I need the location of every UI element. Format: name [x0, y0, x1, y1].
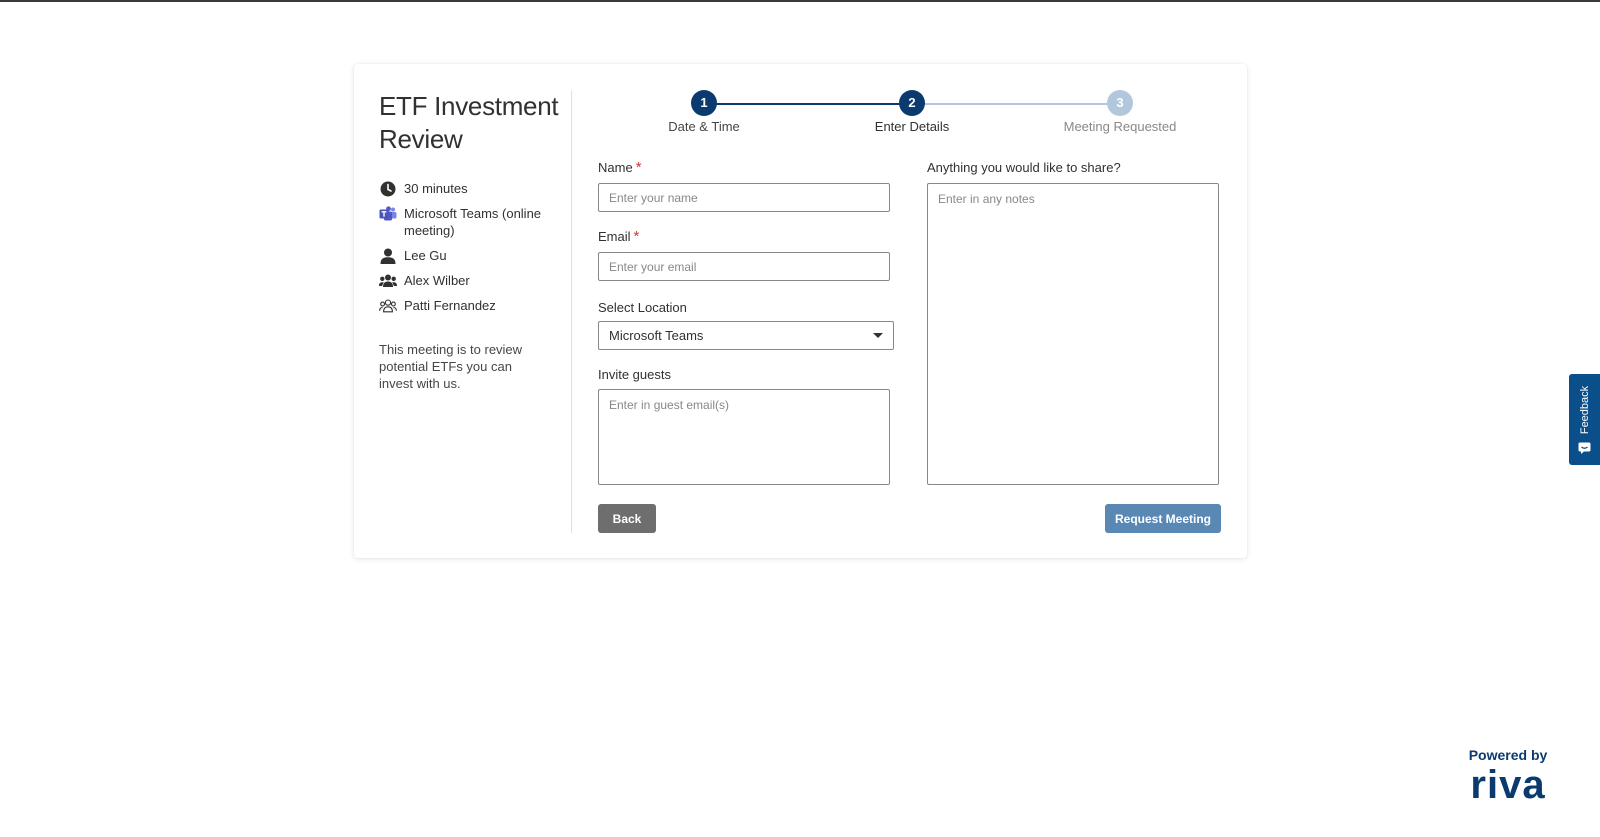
location-label: Select Location	[598, 300, 687, 315]
meeting-info-panel: ETF Investment Review 30 minutes Microso…	[379, 90, 569, 392]
step-meeting-requested: 3 Meeting Requested	[1050, 90, 1190, 135]
name-required-mark: *	[635, 159, 642, 176]
location-select[interactable]: Microsoft Teams	[598, 321, 894, 350]
guests-textarea[interactable]	[598, 389, 890, 485]
feedback-tab[interactable]: Feedback	[1569, 374, 1600, 465]
booking-card: ETF Investment Review 30 minutes Microso…	[354, 64, 1247, 558]
feedback-icon	[1578, 441, 1591, 459]
top-border	[0, 0, 1600, 2]
clock-icon	[379, 180, 397, 197]
name-input[interactable]	[598, 183, 890, 212]
step-1-label: Date & Time	[668, 119, 740, 134]
riva-logo-text: riva	[1470, 765, 1545, 805]
meta-duration: 30 minutes	[379, 180, 569, 197]
column-divider	[571, 90, 572, 533]
step-date-time: 1 Date & Time	[634, 90, 774, 135]
meta-attendee-2-text: Patti Fernandez	[404, 298, 496, 313]
request-meeting-button[interactable]: Request Meeting	[1105, 504, 1221, 533]
meta-location: Microsoft Teams (online meeting)	[379, 205, 569, 239]
meta-host: Lee Gu	[379, 247, 569, 264]
email-label: Email *	[598, 229, 639, 245]
powered-by: Powered by riva	[1458, 747, 1558, 810]
step-3-label: Meeting Requested	[1063, 119, 1177, 134]
notes-label: Anything you would like to share?	[927, 160, 1121, 175]
meta-duration-text: 30 minutes	[404, 181, 468, 196]
step-2-label: Enter Details	[874, 119, 950, 134]
notes-textarea[interactable]	[927, 183, 1219, 485]
back-button[interactable]: Back	[598, 504, 656, 533]
progress-stepper: 1 Date & Time 2 Enter Details 3 Meeting …	[604, 90, 1224, 140]
meeting-description: This meeting is to review potential ETFs…	[379, 342, 523, 391]
meta-location-text: Microsoft Teams (online meeting)	[404, 206, 542, 238]
caret-down-icon	[873, 333, 883, 338]
email-required-mark: *	[633, 228, 640, 245]
powered-by-text: Powered by	[1468, 747, 1548, 763]
people-outline-icon	[379, 297, 397, 314]
location-select-value: Microsoft Teams	[609, 328, 704, 343]
people-icon	[379, 272, 397, 289]
name-label-text: Name	[598, 160, 633, 175]
meeting-meta-list: 30 minutes Microsoft Teams (online meeti…	[379, 180, 569, 314]
name-label: Name *	[598, 160, 642, 176]
step-enter-details: 2 Enter Details	[842, 90, 982, 135]
meta-attendee-1-text: Alex Wilber	[404, 273, 470, 288]
teams-icon	[379, 205, 397, 222]
email-label-text: Email	[598, 229, 631, 244]
step-3-circle: 3	[1107, 90, 1133, 116]
meta-host-text: Lee Gu	[404, 248, 447, 263]
person-icon	[379, 247, 397, 264]
guests-label: Invite guests	[598, 367, 671, 382]
riva-logo: riva	[1458, 763, 1558, 810]
step-1-circle: 1	[691, 90, 717, 116]
meta-attendee-1: Alex Wilber	[379, 272, 569, 289]
meta-attendee-2: Patti Fernandez	[379, 297, 569, 314]
step-2-circle: 2	[899, 90, 925, 116]
email-input[interactable]	[598, 252, 890, 281]
feedback-label: Feedback	[1578, 385, 1591, 435]
meeting-title: ETF Investment Review	[379, 91, 559, 154]
